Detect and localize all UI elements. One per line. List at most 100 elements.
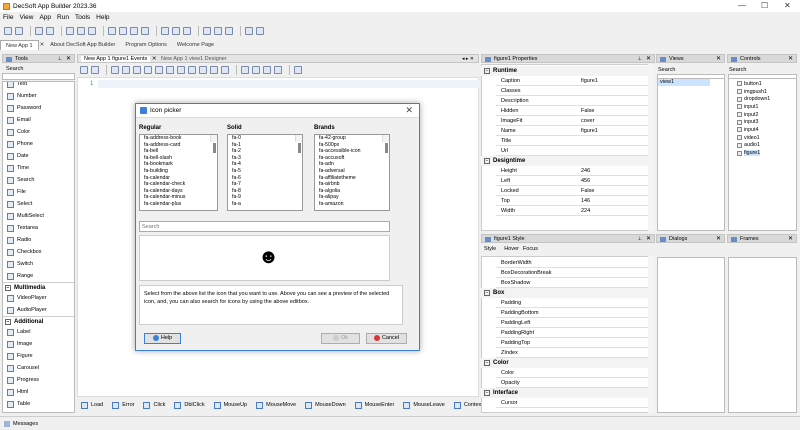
property-row[interactable]: Locked False — [481, 186, 648, 196]
property-value[interactable]: False — [581, 188, 594, 194]
properties-scrollbar[interactable] — [648, 64, 655, 231]
event-tab[interactable]: MouseDown — [305, 401, 346, 409]
add-frame-icon[interactable] — [130, 27, 138, 35]
stop-icon[interactable] — [214, 27, 222, 35]
property-row[interactable]: Width 224 — [481, 206, 648, 216]
tab-hover[interactable]: Hover — [504, 246, 519, 252]
tool-item[interactable]: Carousel — [3, 362, 74, 374]
tool-item[interactable]: Switch — [3, 258, 74, 270]
uncomment-icon[interactable] — [155, 66, 163, 74]
tool-item[interactable]: MultiSelect — [3, 210, 74, 222]
pin-icon[interactable]: ⊥ — [638, 55, 642, 63]
tool-item[interactable]: AudioPlayer — [3, 304, 74, 316]
nav-back-icon[interactable] — [263, 66, 271, 74]
menu-run[interactable]: Run — [57, 14, 69, 21]
undo-icon[interactable] — [210, 66, 218, 74]
property-row[interactable]: Url — [481, 146, 648, 156]
outdent-icon[interactable] — [133, 66, 141, 74]
help-icon[interactable] — [256, 27, 264, 35]
tool-item[interactable]: Progress — [3, 374, 74, 386]
maximize-icon[interactable]: ☐ — [761, 1, 768, 10]
control-item[interactable]: input4 — [729, 126, 796, 134]
icon-list-item[interactable]: fa-2 — [230, 148, 302, 155]
property-value[interactable]: cover — [581, 118, 594, 124]
event-tab[interactable]: MouseMove — [256, 401, 296, 409]
menu-app[interactable]: App — [39, 14, 51, 21]
redo-icon[interactable] — [221, 66, 229, 74]
style-row[interactable]: BoxShadow — [481, 278, 648, 288]
property-row[interactable]: Hidden False — [481, 106, 648, 116]
pin-icon[interactable]: ⊥ — [58, 55, 62, 63]
info-icon[interactable] — [294, 66, 302, 74]
property-row[interactable]: Height 246 — [481, 166, 648, 176]
style-row[interactable]: Color — [481, 368, 648, 378]
close-icon[interactable]: ✕ — [646, 235, 651, 243]
icon-list-item[interactable]: fa-adn — [317, 161, 389, 168]
collapse-icon[interactable]: − — [5, 318, 11, 325]
help-button[interactable]: Help — [144, 333, 181, 344]
add-dialog-icon[interactable] — [119, 27, 127, 35]
tool-item[interactable]: Table — [3, 398, 74, 410]
tab-welcome-page[interactable]: Welcome Page — [172, 40, 219, 50]
run-icon[interactable] — [203, 27, 211, 35]
tool-item[interactable]: Number — [3, 90, 74, 102]
style-row[interactable]: BoxDecorationBreak — [481, 268, 648, 278]
icon-list-item[interactable]: fa-9 — [230, 194, 302, 201]
play-icon[interactable] — [225, 27, 233, 35]
collapse-icon[interactable]: − — [484, 290, 490, 296]
icon-list-item[interactable]: fa-a — [230, 201, 302, 208]
icon-list-item[interactable]: fa-3 — [230, 155, 302, 162]
section-designtime[interactable]: − Designtime — [481, 156, 648, 166]
minimize-icon[interactable]: — — [738, 1, 746, 10]
property-row[interactable]: Classes — [481, 86, 648, 96]
cut-icon[interactable] — [66, 27, 74, 35]
collapse-icon[interactable]: − — [484, 390, 490, 396]
paste-icon[interactable] — [88, 27, 96, 35]
style-scrollbar[interactable] — [648, 256, 655, 413]
control-item[interactable]: input1 — [729, 103, 796, 111]
icon-list-item[interactable]: fa-5 — [230, 168, 302, 175]
close-icon[interactable]: ✕ — [788, 55, 793, 63]
property-value[interactable]: 146 — [581, 198, 590, 204]
tool-item[interactable]: Radio — [3, 234, 74, 246]
icon-list-item[interactable]: fa-4 — [230, 161, 302, 168]
icon-list-item[interactable]: fa-0 — [230, 135, 302, 142]
redo-icon[interactable] — [46, 27, 54, 35]
copy-icon[interactable] — [77, 27, 85, 35]
tab-scroll-icon[interactable]: ◂ ▸ ✕ — [462, 55, 474, 63]
icon-list-item[interactable]: fa-calendar-days — [142, 188, 217, 195]
tab-style[interactable]: Style — [484, 246, 496, 252]
menu-file[interactable]: File — [3, 14, 13, 21]
icon-list-item[interactable]: fa-calendar-check — [142, 181, 217, 188]
new-app-icon[interactable] — [4, 27, 12, 35]
property-row[interactable]: Left 456 — [481, 176, 648, 186]
style-row[interactable]: ZIndex — [481, 348, 648, 358]
style-row[interactable]: PaddingBottom — [481, 308, 648, 318]
icon-list-item[interactable]: fa-1 — [230, 142, 302, 149]
undo-icon[interactable] — [35, 27, 43, 35]
solid-icons-list[interactable]: fa-0 fa-1 fa-2 fa-3 fa-4 fa-5 fa-6 fa-7 fa-8 fa-9… — [227, 134, 303, 211]
tool-item[interactable]: Select — [3, 198, 74, 210]
tool-item[interactable]: Html — [3, 386, 74, 398]
event-tab[interactable]: Load — [81, 401, 103, 409]
tool-item[interactable]: Email — [3, 114, 74, 126]
tool-item[interactable]: Checkbox — [3, 246, 74, 258]
close-icon[interactable]: ✕ — [716, 235, 721, 243]
property-row[interactable]: Name figure1 — [481, 126, 648, 136]
close-icon[interactable]: ✕ — [405, 105, 413, 116]
property-value[interactable]: 246 — [581, 168, 590, 174]
icon-list-item[interactable]: fa-500px — [317, 142, 389, 149]
image-icon[interactable] — [161, 27, 169, 35]
icon-list-item[interactable]: fa-amazon — [317, 201, 389, 208]
tab-designer[interactable]: New App 1 view1 Designer — [158, 56, 230, 62]
cancel-button[interactable]: Cancel — [366, 333, 407, 344]
style-row[interactable]: PaddingRight — [481, 328, 648, 338]
comment-icon[interactable] — [144, 66, 152, 74]
close-icon[interactable]: ✕ — [66, 55, 71, 63]
style-row[interactable]: BorderWidth — [481, 258, 648, 268]
messages-tab[interactable]: Messages — [13, 421, 38, 427]
tool-item[interactable]: VideoPlayer — [3, 292, 74, 304]
tool-item[interactable]: Password — [3, 102, 74, 114]
icon-list-item[interactable]: fa-42-group — [317, 135, 389, 142]
tab-about[interactable]: About DecSoft App Builder — [45, 40, 120, 50]
